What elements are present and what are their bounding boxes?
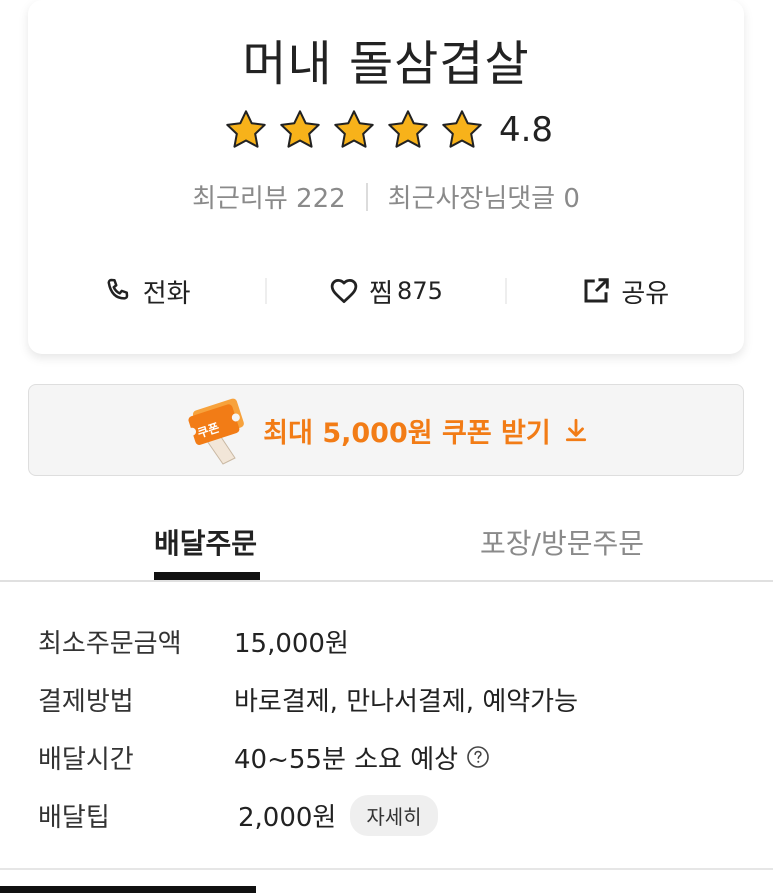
rating-value: 4.8: [498, 110, 554, 150]
divider: [0, 868, 773, 870]
action-bar: 전화 찜 875 공유: [28, 266, 744, 316]
like-label: 찜: [369, 278, 394, 309]
share-button[interactable]: 공유: [507, 273, 744, 310]
coupon-download-button[interactable]: 쿠폰 최대 5,000원 쿠폰 받기: [28, 384, 744, 476]
call-label: 전화: [142, 278, 191, 309]
info-row-min-order: 최소주문금액 15,000원: [38, 612, 738, 670]
payment-value: 바로결제, 만나서결제, 예약가능: [234, 686, 579, 717]
download-arrow-icon: [565, 418, 586, 442]
delivery-time-wrap: 40~55분 소요 예상: [234, 739, 490, 776]
store-info-card: 머내 돌삼겹살 4.8 최근리뷰 222 최근사장님댓글 0 전화 찜 875: [28, 0, 744, 354]
delivery-tip-value: 2,000원: [238, 802, 337, 833]
info-row-delivery-time: 배달시간 40~55분 소요 예상: [38, 728, 738, 786]
tip-detail-button[interactable]: 자세히: [350, 794, 438, 836]
delivery-info: 최소주문금액 15,000원 결제방법 바로결제, 만나서결제, 예약가능 배달…: [38, 612, 738, 844]
coupon-label: 최대 5,000원 쿠폰 받기: [263, 417, 551, 449]
coupon-hand-icon: 쿠폰: [188, 398, 245, 465]
min-order-value: 15,000원: [234, 628, 349, 659]
like-button[interactable]: 찜 875: [267, 273, 504, 310]
tab-pickup[interactable]: 포장/방문주문: [480, 522, 644, 562]
payment-label: 결제방법: [38, 686, 134, 717]
next-section-tab-indicator: [0, 886, 256, 893]
divider: [365, 182, 368, 211]
delivery-tip-wrap: 2,000원 자세히: [234, 794, 438, 836]
review-summary: 최근리뷰 222 최근사장님댓글 0: [28, 178, 744, 215]
tab-delivery[interactable]: 배달주문: [154, 522, 257, 562]
delivery-time-value: 40~55분 소요 예상: [234, 744, 459, 775]
call-button[interactable]: 전화: [28, 273, 265, 310]
order-type-tabs: 배달주문 포장/방문주문: [0, 508, 773, 582]
owner-replies-link[interactable]: 최근사장님댓글 0: [388, 178, 580, 215]
delivery-time-label: 배달시간: [38, 744, 134, 775]
rating-row: 4.8: [28, 108, 744, 152]
star-icon: [280, 110, 320, 148]
phone-icon: [107, 278, 128, 300]
share-label: 공유: [621, 278, 670, 309]
star-icon: [388, 110, 428, 148]
recent-reviews-link[interactable]: 최근리뷰 222: [192, 178, 346, 215]
active-tab-indicator: [154, 572, 260, 580]
like-count: 875: [397, 277, 443, 305]
star-icon: [334, 110, 374, 148]
delivery-tip-label: 배달팁: [38, 802, 110, 833]
star-icon: [442, 110, 482, 148]
heart-icon: [330, 279, 358, 303]
store-page: 머내 돌삼겹살 4.8 최근리뷰 222 최근사장님댓글 0 전화 찜 875: [0, 0, 773, 893]
star-icon: [226, 110, 266, 148]
min-order-label: 최소주문금액: [38, 628, 182, 659]
info-row-payment: 결제방법 바로결제, 만나서결제, 예약가능: [38, 670, 738, 728]
info-row-delivery-tip: 배달팁 2,000원 자세히: [38, 786, 738, 844]
store-name: 머내 돌삼겹살: [242, 36, 530, 92]
share-icon: [584, 278, 610, 303]
help-icon[interactable]: [466, 745, 490, 769]
